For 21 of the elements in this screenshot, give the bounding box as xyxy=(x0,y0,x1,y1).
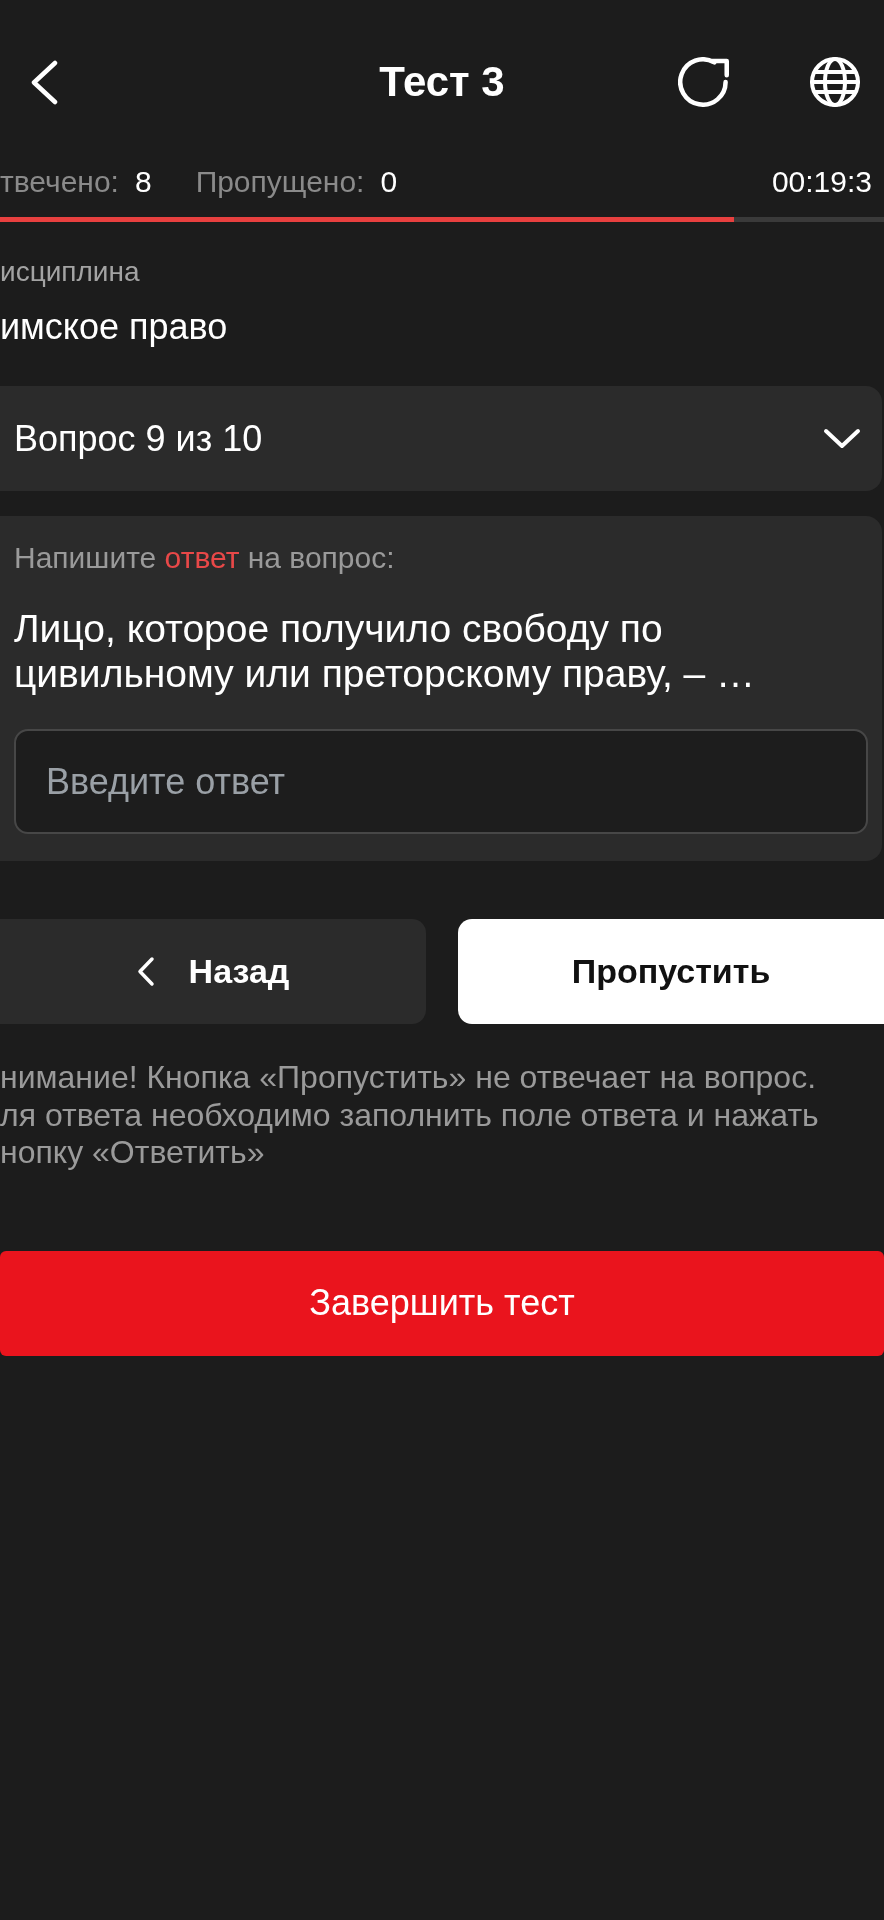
finish-test-button[interactable]: Завершить тест xyxy=(0,1250,884,1356)
chevron-down-icon xyxy=(823,428,861,449)
refresh-icon[interactable] xyxy=(678,57,729,107)
warning-text: нимание! Кнопка «Пропустить» не отвечает на вопрос. ля ответа необходимо заполнить поле ответа и нажать нопку «Ответить» xyxy=(0,1059,820,1172)
answer-input[interactable]: Введите ответ xyxy=(14,729,868,834)
answer-prompt: Напишите ответ на вопрос: xyxy=(14,540,396,576)
discipline-name: имское право xyxy=(0,306,229,348)
question-dropdown[interactable]: Вопрос 9 из 10 xyxy=(0,386,882,491)
chevron-left-icon xyxy=(136,956,155,987)
question-text: Лицо, которое получило свободу по цивильному или преторскому праву, – … xyxy=(14,606,757,696)
globe-icon[interactable] xyxy=(809,56,861,108)
back-icon[interactable] xyxy=(31,59,58,105)
skipped-count: 0 xyxy=(380,164,398,200)
answered-label: твечено: xyxy=(0,164,119,200)
screen-title: Тест 3 xyxy=(379,58,505,106)
answered-count: 8 xyxy=(134,164,152,200)
discipline-label: исциплина xyxy=(0,256,141,288)
skipped-label: Пропущено: xyxy=(195,164,365,200)
timer: 00:19:3 xyxy=(771,164,873,200)
back-button[interactable]: Назад xyxy=(0,919,426,1024)
skip-button[interactable]: Пропустить xyxy=(458,919,884,1024)
